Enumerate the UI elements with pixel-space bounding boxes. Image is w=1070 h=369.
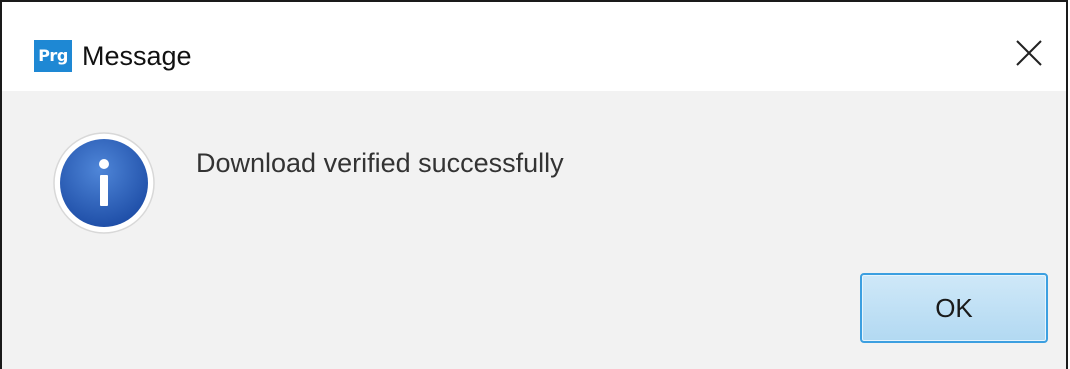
message-text: Download verified successfully [196,148,564,178]
close-icon [1016,40,1042,66]
info-icon [53,132,155,234]
message-dialog: Prg Message Download verified successful… [0,0,1068,369]
close-button[interactable] [1006,30,1052,76]
window-title: Message [82,41,192,71]
ok-button[interactable]: OK [860,273,1048,343]
app-icon: Prg [34,40,72,72]
title-bar[interactable]: Prg Message [2,2,1066,91]
